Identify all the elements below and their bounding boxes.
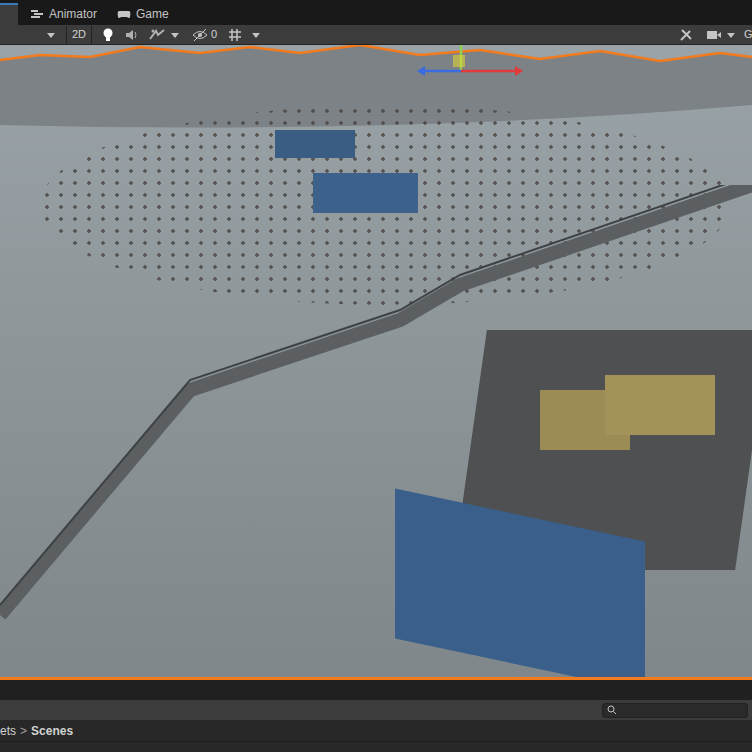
hidden-count: 0 (211, 26, 217, 43)
gizmos-button[interactable]: G (744, 26, 752, 43)
hidden-eye-icon[interactable] (192, 28, 208, 42)
transform-gizmo-icon[interactable] (415, 45, 525, 85)
2d-label: 2D (72, 26, 86, 43)
container (313, 173, 418, 213)
tab-label: Animator (49, 5, 97, 23)
scene-viewport[interactable] (0, 45, 752, 680)
search-field[interactable] (602, 703, 748, 718)
breadcrumb-item[interactable]: ets (0, 722, 16, 740)
speaker-icon[interactable] (124, 27, 140, 43)
search-icon (607, 705, 617, 715)
animator-icon (30, 8, 44, 20)
effects-dropdown-icon[interactable] (170, 30, 180, 40)
scene-editor: Animator Game 2D 0 G (0, 0, 752, 752)
grid-icon[interactable] (227, 27, 243, 43)
lightbulb-icon[interactable] (100, 27, 116, 43)
editor-tab[interactable]: Game (111, 3, 175, 25)
camera-icon[interactable] (706, 28, 722, 42)
editor-tab[interactable] (0, 3, 18, 25)
effects-icon[interactable] (148, 27, 166, 43)
dropdown-arrow-icon[interactable] (46, 30, 56, 40)
humvee (605, 375, 715, 435)
breadcrumb: ets > Scenes (0, 720, 752, 742)
2d-toggle[interactable]: 2D (66, 26, 92, 44)
gamepad-icon (117, 8, 131, 20)
panel-divider (0, 680, 752, 700)
container (275, 130, 355, 158)
search-input[interactable] (620, 702, 747, 719)
tools-icon[interactable] (678, 27, 694, 43)
tab-label: Game (136, 5, 169, 23)
project-content (0, 742, 752, 752)
grid-dropdown-icon[interactable] (251, 30, 261, 40)
project-toolbar (0, 700, 752, 720)
breadcrumb-item[interactable]: Scenes (31, 722, 73, 740)
project-panel: ets > Scenes (0, 700, 752, 752)
breadcrumb-separator: > (20, 722, 27, 740)
tab-strip: Animator Game (0, 0, 752, 25)
scene-toolbar: 2D 0 G (0, 25, 752, 45)
camera-dropdown-icon[interactable] (726, 30, 736, 40)
editor-tab[interactable]: Animator (24, 3, 103, 25)
